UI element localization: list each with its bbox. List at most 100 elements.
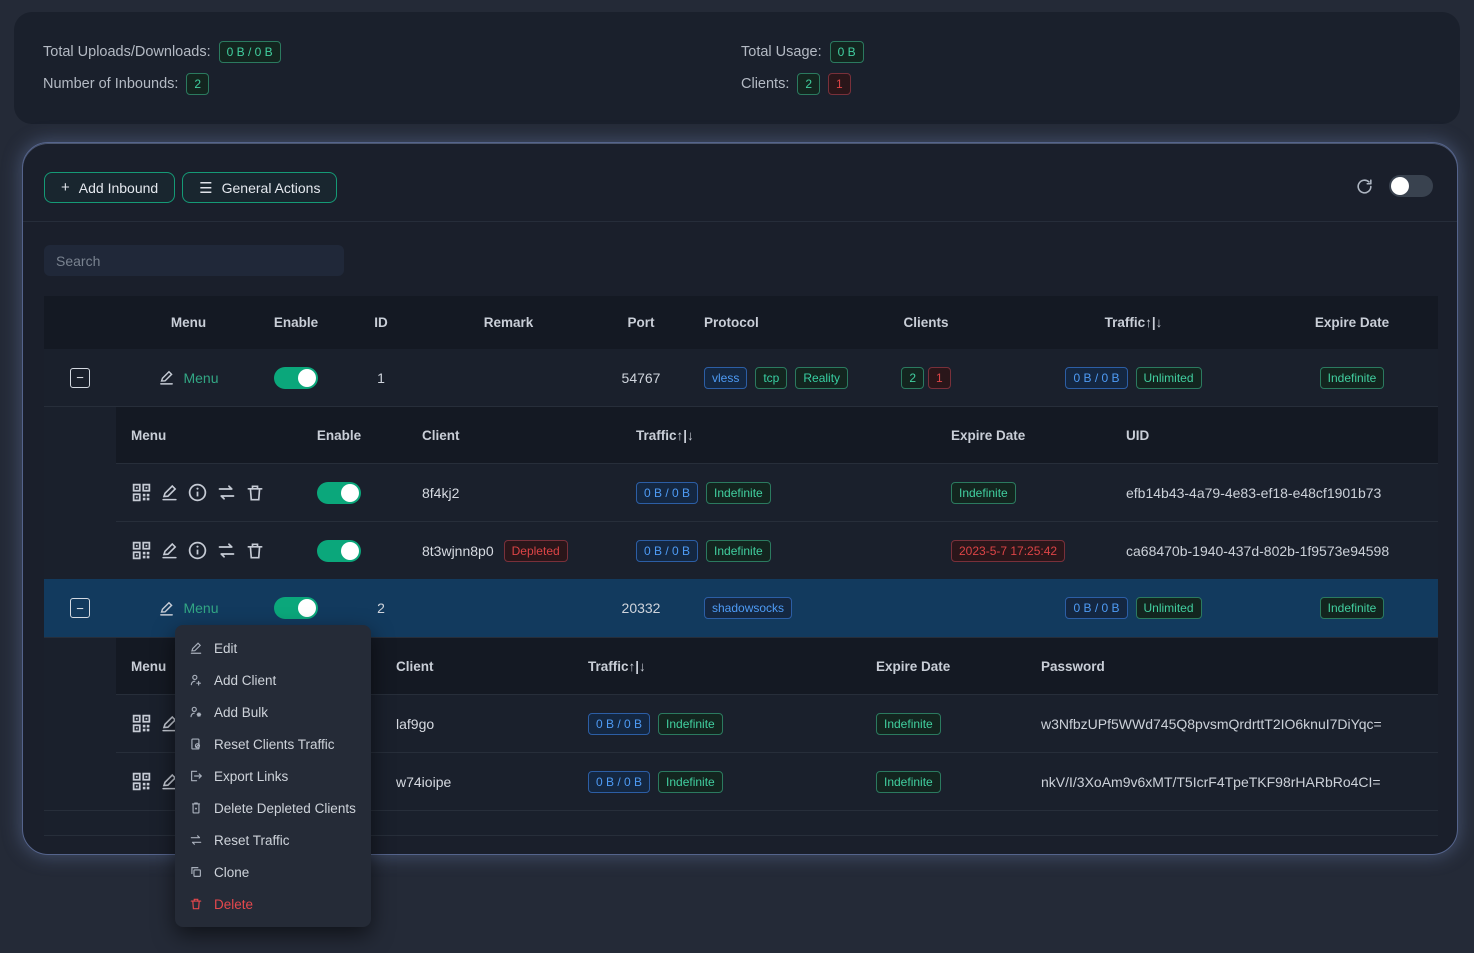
reset-traffic-icon: [189, 833, 203, 847]
client-enable-toggle[interactable]: [317, 540, 361, 562]
stats-card: Total Uploads/Downloads: 0 B / 0 B Numbe…: [14, 12, 1460, 124]
general-actions-button[interactable]: ☰ General Actions: [182, 172, 337, 203]
qr-code-icon[interactable]: [131, 771, 152, 792]
inbound-port: 20332: [586, 579, 696, 637]
header-expire-date: Expire Date: [1266, 296, 1438, 349]
clients-active-count: 2: [797, 73, 820, 95]
menu-item-delete[interactable]: Delete: [175, 888, 371, 920]
delete-icon: [189, 897, 203, 911]
header-protocol: Protocol: [696, 296, 851, 349]
menu-item-delete-depleted-clients[interactable]: Delete Depleted Clients: [175, 792, 371, 824]
reset-traffic-icon[interactable]: [216, 540, 237, 561]
inbound-id: 1: [331, 349, 431, 406]
menu-item-edit[interactable]: Edit: [175, 632, 371, 664]
number-of-inbounds-value: 2: [186, 73, 209, 95]
delete-depleted-clients-icon: [189, 801, 203, 815]
add-bulk-icon: [189, 705, 203, 719]
menu-item-add-bulk[interactable]: Add Bulk: [175, 696, 371, 728]
general-actions-label: General Actions: [222, 180, 321, 196]
client-uid: efb14b43-4a79-4e83-ef18-e48cf1901b73: [1111, 464, 1438, 521]
client-limit-badge: Indefinite: [658, 771, 723, 793]
menu-item-export-links[interactable]: Export Links: [175, 760, 371, 792]
menu-item-add-client[interactable]: Add Client: [175, 664, 371, 696]
inbound-remark: [431, 349, 586, 406]
qr-code-icon[interactable]: [131, 540, 152, 561]
client-name: 8f4kj2: [392, 464, 621, 521]
client-row: 8f4kj2 0 B / 0 B Indefinite Indefinite e…: [116, 463, 1438, 521]
traffic-limit-badge: Unlimited: [1136, 367, 1202, 389]
protocol-tag: shadowsocks: [704, 597, 792, 619]
client-name: 8t3wjnn8p0: [422, 543, 494, 559]
client-limit-badge: Indefinite: [706, 482, 771, 504]
protocol-tag: vless: [704, 367, 747, 389]
enable-toggle[interactable]: [274, 367, 318, 389]
info-icon[interactable]: [187, 482, 208, 503]
inbound-menu-button[interactable]: Menu: [158, 369, 218, 386]
reset-clients-traffic-icon: [189, 737, 203, 751]
total-uploads-downloads-value: 0 B / 0 B: [219, 41, 281, 63]
network-tag: tcp: [755, 367, 787, 389]
total-usage-value: 0 B: [830, 41, 864, 63]
header-traffic[interactable]: Traffic↑|↓: [1001, 296, 1266, 349]
add-inbound-label: Add Inbound: [79, 180, 158, 196]
qr-code-icon[interactable]: [131, 482, 152, 503]
qr-code-icon[interactable]: [131, 713, 152, 734]
clients-label: Clients:: [741, 76, 789, 92]
clone-icon: [189, 865, 203, 879]
edit-client-icon[interactable]: [160, 483, 179, 502]
edit-icon: [189, 641, 203, 655]
edit-client-icon[interactable]: [160, 541, 179, 560]
header-menu: Menu: [116, 296, 261, 349]
menu-item-clone[interactable]: Clone: [175, 856, 371, 888]
inbound-remark: [431, 579, 586, 637]
expire-badge: Indefinite: [1320, 367, 1385, 389]
export-links-icon: [189, 769, 203, 783]
total-uploads-downloads-label: Total Uploads/Downloads:: [43, 44, 211, 60]
toolbar-divider: [23, 221, 1457, 222]
search-input[interactable]: [44, 245, 344, 276]
delete-client-icon[interactable]: [245, 541, 265, 561]
inbound-menu-button[interactable]: Menu: [158, 600, 218, 617]
client-expire-badge: Indefinite: [876, 771, 941, 793]
toolbar: + Add Inbound ☰ General Actions: [44, 172, 337, 203]
client-expire-badge: 2023-5-7 17:25:42: [951, 540, 1065, 562]
refresh-icon[interactable]: [1355, 177, 1374, 196]
client-name: laf9go: [366, 695, 576, 752]
hamburger-icon: ☰: [199, 179, 212, 197]
plus-icon: +: [61, 179, 70, 196]
client-expire-badge: Indefinite: [951, 482, 1016, 504]
table-header-row: Menu Enable ID Remark Port Protocol Clie…: [44, 296, 1438, 349]
traffic-badge: 0 B / 0 B: [1065, 367, 1127, 389]
traffic-limit-badge: Unlimited: [1136, 597, 1202, 619]
menu-item-reset-clients-traffic[interactable]: Reset Clients Traffic: [175, 728, 371, 760]
clients-depleted-count: 1: [828, 73, 851, 95]
traffic-badge: 0 B / 0 B: [1065, 597, 1127, 619]
client-password: w3NfbzUPf5WWd745Q8pvsmQrdrttT2IO6knuI7Di…: [1026, 695, 1438, 752]
total-usage-label: Total Usage:: [741, 44, 822, 60]
clients-depleted-badge: 1: [928, 367, 951, 389]
inbound-context-menu: Edit Add Client Add Bulk Reset Clients T…: [175, 625, 371, 927]
inbound-port: 54767: [586, 349, 696, 406]
menu-item-reset-traffic[interactable]: Reset Traffic: [175, 824, 371, 856]
reset-traffic-icon[interactable]: [216, 482, 237, 503]
expire-badge: Indefinite: [1320, 597, 1385, 619]
inbound-row-1: − Menu 1 54767 vless tcp Reality 2 1 0: [44, 349, 1438, 407]
client-limit-badge: Indefinite: [706, 540, 771, 562]
clients-active-badge: 2: [901, 367, 924, 389]
header-expand: [44, 296, 116, 349]
header-remark: Remark: [431, 296, 586, 349]
dark-mode-toggle[interactable]: [1389, 175, 1433, 197]
inbound-1-clients-section: Menu Enable Client Traffic↑|↓ Expire Dat…: [44, 407, 1438, 579]
delete-client-icon[interactable]: [245, 483, 265, 503]
header-port: Port: [586, 296, 696, 349]
enable-toggle[interactable]: [274, 597, 318, 619]
client-row: 8t3wjnn8p0 Depleted 0 B / 0 B Indefinite…: [116, 521, 1438, 579]
collapse-row-button[interactable]: −: [70, 368, 90, 388]
client-expire-badge: Indefinite: [876, 713, 941, 735]
header-id: ID: [331, 296, 431, 349]
add-inbound-button[interactable]: + Add Inbound: [44, 172, 175, 203]
client-limit-badge: Indefinite: [658, 713, 723, 735]
info-icon[interactable]: [187, 540, 208, 561]
client-enable-toggle[interactable]: [317, 482, 361, 504]
collapse-row-button[interactable]: −: [70, 598, 90, 618]
